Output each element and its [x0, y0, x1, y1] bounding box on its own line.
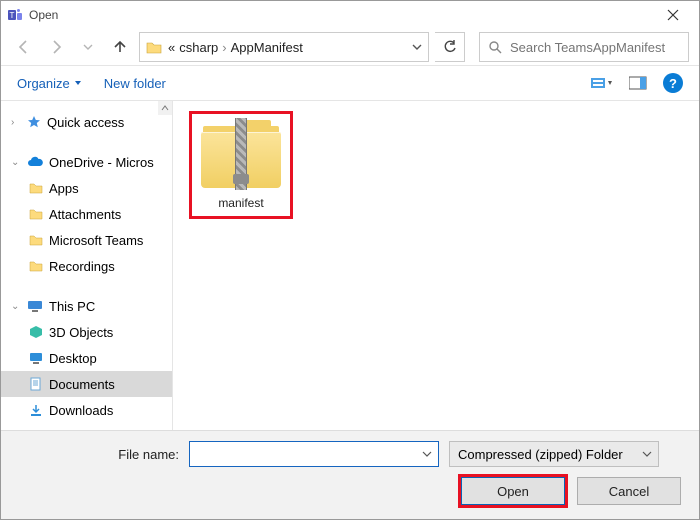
help-button[interactable]: ?: [663, 73, 683, 93]
chevron-down-icon: [74, 79, 82, 87]
tree-item[interactable]: Apps: [1, 175, 172, 201]
chevron-down-icon[interactable]: [422, 449, 432, 459]
search-icon: [488, 40, 502, 54]
chevron-right-icon: ›: [11, 117, 21, 128]
folder-icon: [29, 234, 43, 246]
preview-pane-button[interactable]: [629, 76, 647, 90]
open-file-dialog: T Open « csharp › AppMa: [0, 0, 700, 520]
tree-item[interactable]: Attachments: [1, 201, 172, 227]
up-button[interactable]: [107, 34, 133, 60]
breadcrumb-item[interactable]: csharp: [179, 40, 218, 55]
tree-item[interactable]: Desktop: [1, 345, 172, 371]
zip-folder-icon: [201, 118, 281, 190]
tree-item-quick-access[interactable]: › Quick access: [1, 109, 172, 135]
refresh-button[interactable]: [435, 32, 465, 62]
tree-item-documents[interactable]: Documents: [1, 371, 172, 397]
document-folder-icon: [29, 377, 43, 391]
svg-text:T: T: [10, 11, 15, 20]
forward-button[interactable]: [43, 34, 69, 60]
file-name-label: manifest: [218, 196, 263, 210]
pc-icon: [27, 300, 43, 312]
chevron-down-icon: ⌄: [11, 301, 21, 312]
tree-item-onedrive[interactable]: ⌄ OneDrive - Micros: [1, 149, 172, 175]
folder-icon: [29, 208, 43, 220]
toolbar: Organize New folder ?: [1, 65, 699, 101]
tree-item[interactable]: Downloads: [1, 397, 172, 423]
breadcrumb-item[interactable]: AppManifest: [231, 40, 303, 55]
downloads-icon: [29, 403, 43, 417]
nav-bar: « csharp › AppManifest: [1, 29, 699, 65]
tree-item-this-pc[interactable]: ⌄ This PC: [1, 293, 172, 319]
search-box[interactable]: [479, 32, 689, 62]
address-bar[interactable]: « csharp › AppManifest: [139, 32, 429, 62]
open-button[interactable]: Open: [461, 477, 565, 505]
breadcrumb-prefix: «: [168, 40, 175, 55]
filetype-label: Compressed (zipped) Folder: [458, 447, 623, 462]
folder-icon: [146, 40, 162, 54]
back-button[interactable]: [11, 34, 37, 60]
desktop-icon: [29, 352, 43, 364]
address-dropdown[interactable]: [412, 42, 422, 52]
file-pane[interactable]: manifest: [173, 101, 699, 430]
cancel-button[interactable]: Cancel: [577, 477, 681, 505]
title-bar: T Open: [1, 1, 699, 29]
star-icon: [27, 115, 41, 129]
recent-dropdown[interactable]: [75, 34, 101, 60]
close-button[interactable]: [653, 1, 693, 29]
cloud-icon: [27, 156, 43, 168]
folder-icon: [29, 182, 43, 194]
window-title: Open: [29, 8, 58, 22]
filename-combobox[interactable]: [189, 441, 439, 467]
folder-icon: [29, 260, 43, 272]
filetype-combobox[interactable]: Compressed (zipped) Folder: [449, 441, 659, 467]
new-folder-button[interactable]: New folder: [104, 76, 166, 91]
app-icon: T: [7, 7, 23, 23]
chevron-down-icon[interactable]: [642, 449, 652, 459]
view-mode-button[interactable]: [591, 76, 613, 90]
scroll-up-icon[interactable]: [158, 101, 172, 115]
cube-icon: [29, 325, 43, 339]
filename-label: File name:: [19, 447, 179, 462]
nav-tree[interactable]: › Quick access ⌄ OneDrive - Micros Apps …: [1, 101, 173, 430]
organize-menu[interactable]: Organize: [17, 76, 82, 91]
chevron-down-icon: ⌄: [11, 157, 21, 168]
search-input[interactable]: [508, 39, 688, 56]
breadcrumb[interactable]: « csharp › AppManifest: [168, 40, 406, 55]
file-tile-manifest[interactable]: manifest: [189, 111, 293, 219]
tree-item[interactable]: Recordings: [1, 253, 172, 279]
chevron-right-icon: ›: [222, 40, 226, 55]
tree-item[interactable]: 3D Objects: [1, 319, 172, 345]
footer: File name: Compressed (zipped) Folder Op…: [1, 430, 699, 519]
tree-item[interactable]: Microsoft Teams: [1, 227, 172, 253]
dialog-body: › Quick access ⌄ OneDrive - Micros Apps …: [1, 101, 699, 430]
